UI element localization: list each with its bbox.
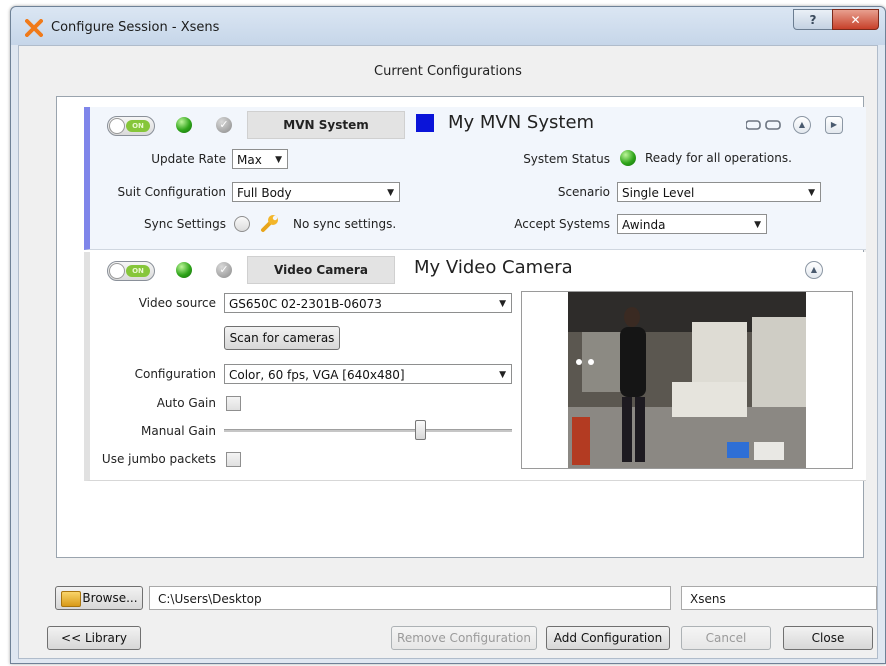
scan-for-cameras-button[interactable]: Scan for cameras xyxy=(224,326,340,350)
add-configuration-button[interactable]: Add Configuration xyxy=(546,626,670,650)
mvn-system-panel: ON ✓ MVN System My MVN System ▲ ▶ Update… xyxy=(84,107,866,250)
video-status-green-icon xyxy=(176,262,192,278)
jumbo-packets-checkbox[interactable] xyxy=(226,452,241,467)
help-button[interactable]: ? xyxy=(793,9,833,30)
slider-thumb[interactable] xyxy=(414,420,426,440)
suit-configuration-label: Suit Configuration xyxy=(117,185,226,199)
sync-settings-radio[interactable] xyxy=(234,216,250,232)
close-button[interactable]: Close xyxy=(783,626,873,650)
video-camera-tab[interactable]: Video Camera xyxy=(247,256,395,284)
window-close-button[interactable]: ✕ xyxy=(832,9,879,30)
video-on-toggle[interactable]: ON xyxy=(107,261,155,281)
wrench-icon[interactable] xyxy=(260,213,280,233)
video-configuration-value: Color, 60 fps, VGA [640x480] xyxy=(229,368,405,382)
chevron-down-icon: ▼ xyxy=(754,220,761,230)
current-configurations-heading: Current Configurations xyxy=(374,64,522,79)
cancel-button[interactable]: Cancel xyxy=(681,626,771,650)
video-configuration-select[interactable]: Color, 60 fps, VGA [640x480] ▼ xyxy=(224,364,512,384)
accept-systems-value: Awinda xyxy=(622,218,666,232)
title-bar[interactable]: Configure Session - Xsens ? ✕ xyxy=(11,7,885,45)
dialog-window: Configure Session - Xsens ? ✕ Current Co… xyxy=(10,6,886,664)
manual-gain-slider[interactable] xyxy=(224,420,512,440)
video-check-icon: ✓ xyxy=(216,262,232,278)
move-up-icon[interactable]: ▲ xyxy=(793,116,811,134)
path-field[interactable]: C:\Users\Desktop xyxy=(149,586,671,610)
mvn-system-name[interactable]: My MVN System xyxy=(448,112,594,133)
toggle-on-label: ON xyxy=(126,120,150,132)
mvn-color-swatch[interactable] xyxy=(416,114,434,132)
suit-configuration-select[interactable]: Full Body ▼ xyxy=(232,182,400,202)
chevron-down-icon: ▼ xyxy=(499,370,506,380)
chevron-down-icon: ▼ xyxy=(499,299,506,309)
suit-configuration-value: Full Body xyxy=(237,186,292,200)
auto-gain-checkbox[interactable] xyxy=(226,396,241,411)
manual-gain-label: Manual Gain xyxy=(140,424,216,438)
toggle-knob xyxy=(109,118,125,134)
scenario-select[interactable]: Single Level ▼ xyxy=(617,182,821,202)
help-icon: ? xyxy=(809,12,817,27)
camera-preview-image xyxy=(521,291,853,469)
window-title: Configure Session - Xsens xyxy=(51,20,220,35)
system-status-label: System Status xyxy=(523,152,610,166)
mvn-status-green-icon xyxy=(176,117,192,133)
update-rate-select[interactable]: Max ▼ xyxy=(232,149,288,169)
xsens-app-icon xyxy=(25,19,43,37)
accept-systems-select[interactable]: Awinda ▼ xyxy=(617,214,767,234)
move-up-icon[interactable]: ▲ xyxy=(805,261,823,279)
camera-preview-graphic xyxy=(522,292,852,468)
update-rate-label: Update Rate xyxy=(151,152,226,166)
configurations-list: ON ✓ MVN System My MVN System ▲ ▶ Update… xyxy=(56,96,866,558)
video-configuration-label: Configuration xyxy=(134,367,216,381)
mvn-check-icon: ✓ xyxy=(216,117,232,133)
sync-settings-text: No sync settings. xyxy=(293,217,397,231)
video-source-select[interactable]: GS650C 02-2301B-06073 ▼ xyxy=(224,293,512,313)
auto-gain-label: Auto Gain xyxy=(156,396,216,410)
remove-configuration-button[interactable]: Remove Configuration xyxy=(391,626,537,650)
video-camera-name[interactable]: My Video Camera xyxy=(414,257,573,278)
video-source-value: GS650C 02-2301B-06073 xyxy=(229,297,382,311)
chevron-down-icon: ▼ xyxy=(387,188,394,198)
video-source-label: Video source xyxy=(138,296,216,310)
scenario-label: Scenario xyxy=(557,185,610,199)
mvn-system-tab[interactable]: MVN System xyxy=(247,111,405,139)
chevron-down-icon: ▼ xyxy=(275,155,282,165)
folder-icon xyxy=(61,591,81,607)
video-camera-panel: ON ✓ Video Camera My Video Camera ▲ Vide… xyxy=(84,252,866,481)
expand-icon[interactable]: ▶ xyxy=(825,116,843,134)
jumbo-packets-label: Use jumbo packets xyxy=(101,452,216,466)
system-status-green-icon xyxy=(620,150,636,166)
system-status-text: Ready for all operations. xyxy=(645,151,792,165)
dialog-body: Current Configurations ON ✓ MVN System M… xyxy=(18,45,878,659)
sync-settings-label: Sync Settings xyxy=(144,217,226,231)
toggle-on-label: ON xyxy=(126,265,150,277)
toggle-knob xyxy=(109,263,125,279)
accept-systems-label: Accept Systems xyxy=(514,217,610,231)
session-name-field[interactable]: Xsens xyxy=(681,586,877,610)
close-icon: ✕ xyxy=(850,12,861,27)
browse-button[interactable]: Browse... xyxy=(55,586,143,610)
link-icons xyxy=(746,120,781,130)
scenario-value: Single Level xyxy=(622,186,695,200)
chevron-down-icon: ▼ xyxy=(808,188,815,198)
update-rate-value: Max xyxy=(237,153,262,167)
mvn-on-toggle[interactable]: ON xyxy=(107,116,155,136)
library-button[interactable]: << Library xyxy=(47,626,141,650)
browse-label: Browse... xyxy=(82,591,138,605)
